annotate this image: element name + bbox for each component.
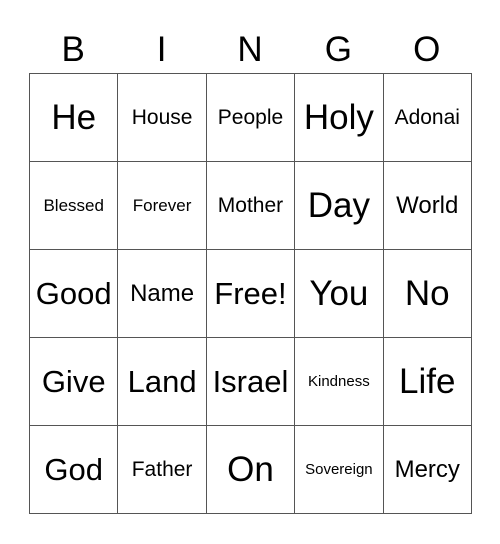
bingo-cell[interactable]: Sovereign — [294, 425, 384, 514]
card-row: Good Name Free! You No — [28, 249, 472, 338]
bingo-cell[interactable]: World — [382, 161, 472, 250]
card-row: Blessed Forever Mother Day World — [28, 161, 472, 250]
header-letter-o: O — [413, 30, 441, 69]
bingo-cell[interactable]: Mercy — [382, 425, 472, 514]
bingo-cell[interactable]: People — [205, 73, 296, 162]
bingo-card: He House People Holy Adonai Blessed Forever Mot… — [28, 73, 472, 514]
bingo-cell[interactable]: On — [205, 425, 296, 514]
header-letter-n: N — [237, 30, 263, 69]
bingo-cell[interactable]: He — [28, 73, 119, 162]
header-letter-i: I — [156, 30, 167, 69]
bingo-cell[interactable]: Name — [117, 249, 207, 338]
bingo-cell[interactable]: God — [28, 425, 119, 514]
header-letter-b: B — [61, 30, 85, 69]
bingo-cell[interactable]: Kindness — [294, 337, 384, 426]
card-row: Give Land Israel Kindness Life — [28, 337, 472, 426]
bingo-cell[interactable]: Holy — [294, 73, 384, 162]
bingo-cell[interactable]: Adonai — [382, 73, 472, 162]
bingo-cell[interactable]: Day — [294, 161, 384, 250]
bingo-cell[interactable]: House — [117, 73, 207, 162]
bingo-cell[interactable]: Father — [117, 425, 207, 514]
bingo-cell[interactable]: Life — [382, 337, 472, 426]
bingo-cell[interactable]: Blessed — [28, 161, 119, 250]
bingo-cell[interactable]: Free! — [205, 249, 296, 338]
bingo-cell[interactable]: Israel — [205, 337, 296, 426]
bingo-header: B I N G O — [29, 28, 471, 72]
bingo-cell[interactable]: Give — [28, 337, 119, 426]
bingo-cell[interactable]: Forever — [117, 161, 207, 250]
bingo-cell[interactable]: Land — [117, 337, 207, 426]
card-row: He House People Holy Adonai — [28, 73, 472, 162]
bingo-cell[interactable]: Good — [28, 249, 119, 338]
bingo-cell[interactable]: No — [382, 249, 472, 338]
bingo-cell[interactable]: Mother — [205, 161, 296, 250]
bingo-cell[interactable]: You — [294, 249, 384, 338]
card-row: God Father On Sovereign Mercy — [28, 425, 472, 514]
header-letter-g: G — [324, 30, 352, 69]
